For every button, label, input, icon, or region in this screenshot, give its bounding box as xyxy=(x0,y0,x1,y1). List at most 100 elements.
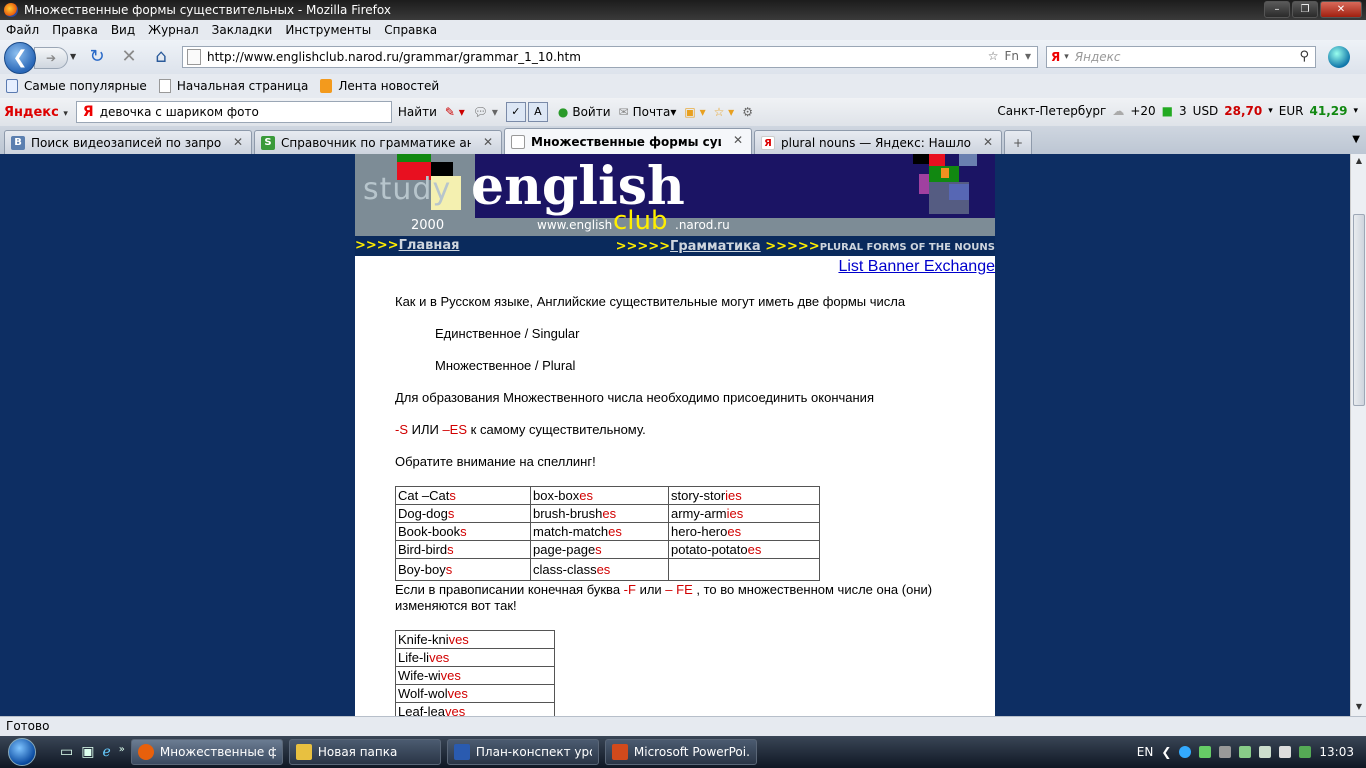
bookmark-news-feed[interactable]: Лента новостей xyxy=(320,79,439,93)
tab-list-icon[interactable]: ▼ xyxy=(1352,134,1360,145)
list-banner-exchange-link[interactable]: List Banner Exchange xyxy=(838,258,995,276)
tab-strip: В Поиск видеозаписей по запросу ... ✕ S … xyxy=(0,126,1366,154)
taskbar-item-powerpoint[interactable]: Microsoft PowerPoi... xyxy=(604,739,757,765)
history-dropdown-icon[interactable]: ▼ xyxy=(70,52,76,61)
vk-icon: В xyxy=(11,135,25,150)
tab-plural-forms[interactable]: Множественные формы сущест... ✕ xyxy=(504,128,752,154)
maximize-button[interactable]: ❐ xyxy=(1292,1,1318,18)
firefox-icon xyxy=(137,744,154,760)
tab-yandex-search[interactable]: Я plural nouns — Яндекс: Нашлось 3... ✕ xyxy=(754,130,1002,154)
close-tab-icon[interactable]: ✕ xyxy=(483,135,493,149)
taskbar-item-word[interactable]: План-конспект уро... xyxy=(446,739,599,765)
home-link[interactable]: Главная xyxy=(399,238,460,253)
scrollbar-thumb[interactable] xyxy=(1353,214,1365,406)
tray-expand-icon[interactable]: ❮ xyxy=(1161,745,1171,759)
taskbar-item-folder[interactable]: Новая папка xyxy=(288,739,441,765)
bookmark-start-page[interactable]: Начальная страница xyxy=(158,79,308,93)
settings-icon[interactable]: ⚙ xyxy=(742,105,753,119)
home-icon[interactable]: ⌂ xyxy=(148,44,174,70)
menu-history[interactable]: Журнал xyxy=(148,23,199,37)
menu-help[interactable]: Справка xyxy=(384,23,437,37)
tray-monitor-icon[interactable] xyxy=(1219,746,1232,758)
yandex-icon: Я xyxy=(82,104,94,120)
tray-network-icon[interactable] xyxy=(1239,746,1252,758)
search-bar[interactable]: Я ▾ Яндекс ⚲ xyxy=(1046,46,1316,68)
mail-icon: ✉ xyxy=(618,105,629,119)
skype-tray-icon[interactable] xyxy=(1179,746,1192,758)
paragraph-endings: -S ИЛИ –ES к самому существительному. xyxy=(395,422,646,437)
forward-button[interactable]: ➔ xyxy=(34,47,68,69)
yandex-search-icon[interactable]: Я xyxy=(1051,50,1060,64)
menu-file[interactable]: Файл xyxy=(6,23,39,37)
yandex-logo[interactable]: Яндекс ▾ xyxy=(4,105,68,120)
tray-app2-icon[interactable] xyxy=(1299,746,1312,758)
highlighter-icon[interactable]: ✎ ▾ xyxy=(445,105,465,119)
bookmark-most-visited[interactable]: Самые популярные xyxy=(6,79,147,93)
yandex-query-input[interactable]: Я девочка с шариком фото xyxy=(75,101,392,123)
switch-windows-icon[interactable]: ▣ xyxy=(81,744,94,760)
new-tab-button[interactable]: + xyxy=(1004,130,1032,154)
menu-edit[interactable]: Правка xyxy=(52,23,98,37)
bookmarks-icon[interactable]: ▣ ▾ xyxy=(684,105,705,119)
temperature[interactable]: +20 xyxy=(1130,104,1155,118)
usd-dropdown-icon[interactable]: ▾ xyxy=(1268,106,1273,116)
search-engine-dropdown-icon[interactable]: ▾ xyxy=(1064,52,1069,62)
eur-dropdown-icon[interactable]: ▾ xyxy=(1353,106,1358,116)
close-window-button[interactable]: ✕ xyxy=(1320,1,1362,18)
login-icon: ● xyxy=(557,105,569,119)
close-tab-icon[interactable]: ✕ xyxy=(233,135,243,149)
rss-icon xyxy=(320,79,333,93)
vertical-scrollbar[interactable]: ▲ ▼ xyxy=(1350,154,1366,716)
navigation-toolbar: ➔ ❮ ▼ ↻ ✕ ⌂ http://www.englishclub.narod… xyxy=(0,40,1366,74)
quick-launch-more-icon[interactable]: » xyxy=(119,744,125,760)
tray-app-icon[interactable] xyxy=(1199,746,1212,758)
skype-icon[interactable] xyxy=(1328,46,1350,68)
usd-rate[interactable]: 28,70 xyxy=(1224,104,1262,118)
stop-icon[interactable]: ✕ xyxy=(116,44,142,70)
comment-icon[interactable]: 💬︎ ▾ xyxy=(473,105,498,119)
ie-icon[interactable]: ℯ xyxy=(102,744,110,760)
show-desktop-icon[interactable]: ▭ xyxy=(60,744,73,760)
menu-view[interactable]: Вид xyxy=(111,23,135,37)
taskbar-item-firefox[interactable]: Множественные ф... xyxy=(130,739,283,765)
powerpoint-icon xyxy=(611,744,628,760)
close-tab-icon[interactable]: ✕ xyxy=(733,133,743,147)
url-bar[interactable]: http://www.englishclub.narod.ru/grammar/… xyxy=(182,46,1038,68)
volume-icon[interactable] xyxy=(1279,746,1292,758)
traffic-count[interactable]: 3 xyxy=(1179,104,1187,118)
menu-tools[interactable]: Инструменты xyxy=(285,23,371,37)
translate-icon[interactable]: A xyxy=(527,102,548,122)
menu-bookmarks[interactable]: Закладки xyxy=(212,23,273,37)
spellcheck-icon[interactable]: ✓ xyxy=(505,102,526,122)
close-tab-icon[interactable]: ✕ xyxy=(983,135,993,149)
favorites-icon[interactable]: ☆ ▾ xyxy=(714,105,735,119)
tray-battery-icon[interactable] xyxy=(1259,746,1272,758)
back-button[interactable]: ❮ xyxy=(4,42,36,74)
language-indicator[interactable]: EN xyxy=(1137,745,1154,759)
table-row: Knife-knives xyxy=(395,630,555,649)
login-button[interactable]: ● Войти xyxy=(558,105,611,119)
minimize-button[interactable]: – xyxy=(1264,1,1290,18)
table-row: Cat –Cats box-boxes story-stories xyxy=(395,486,820,505)
url-text[interactable]: http://www.englishclub.narod.ru/grammar/… xyxy=(207,50,581,64)
yandex-query[interactable]: девочка с шариком фото xyxy=(100,105,259,119)
search-icon[interactable]: ⚲ xyxy=(1299,49,1309,64)
clock[interactable]: 13:03 xyxy=(1319,745,1354,759)
paragraph-singular: Единственное / Singular xyxy=(435,326,580,341)
url-dropdown-icon[interactable]: ▾ xyxy=(1025,49,1031,63)
paragraph-intro: Как и в Русском языке, Английские сущест… xyxy=(395,294,906,309)
scroll-down-icon[interactable]: ▼ xyxy=(1353,702,1365,714)
search-input[interactable]: Яндекс xyxy=(1075,50,1121,64)
yandex-find-button[interactable]: Найти xyxy=(398,105,437,119)
scroll-up-icon[interactable]: ▲ xyxy=(1353,156,1365,168)
start-button[interactable] xyxy=(0,736,44,768)
reload-icon[interactable]: ↻ xyxy=(84,44,110,70)
mail-button[interactable]: ✉ Почта ▾ xyxy=(619,105,677,119)
tab-grammar-reference[interactable]: S Справочник по грамматике англи... ✕ xyxy=(254,130,502,154)
grammar-link[interactable]: Грамматика xyxy=(670,239,761,254)
tab-video-search[interactable]: В Поиск видеозаписей по запросу ... ✕ xyxy=(4,130,252,154)
city-label[interactable]: Санкт-Петербург xyxy=(997,104,1106,118)
bookmark-star-icon[interactable]: ☆ xyxy=(988,49,999,63)
eur-rate[interactable]: 41,29 xyxy=(1310,104,1348,118)
page-viewport: study english 2000 www.english club .nar… xyxy=(0,154,1366,716)
